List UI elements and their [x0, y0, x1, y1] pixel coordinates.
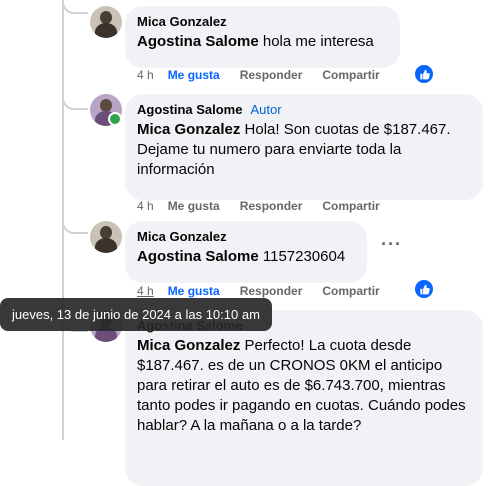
comment-bubble: Mica Gonzalez Agostina Salome hola me in…: [125, 6, 400, 68]
comment-author: Agostina Salome Autor: [137, 102, 471, 118]
comment-text: Mica Gonzalez Perfecto! La cuota desde $…: [137, 336, 471, 436]
author-name[interactable]: Agostina Salome: [137, 102, 242, 117]
share-button[interactable]: Compartir: [322, 199, 379, 213]
share-button[interactable]: Compartir: [322, 68, 379, 82]
comment-body: 1157230604: [258, 248, 346, 265]
comment-actions: 4 h Me gusta Responder Compartir: [137, 284, 400, 298]
reply-button[interactable]: Responder: [240, 199, 303, 213]
avatar[interactable]: [90, 6, 122, 38]
timestamp-tooltip: jueves, 13 de junio de 2024 a las 10:10 …: [0, 298, 272, 331]
comment-actions: 4 h Me gusta Responder Compartir: [137, 68, 400, 82]
thread-connector: [62, 220, 88, 234]
timestamp[interactable]: 4 h: [137, 284, 154, 298]
mention-link[interactable]: Mica Gonzalez: [137, 337, 240, 354]
comment-author[interactable]: Mica Gonzalez: [137, 14, 388, 30]
mention-link[interactable]: Agostina Salome: [137, 248, 259, 265]
reply-button[interactable]: Responder: [240, 68, 303, 82]
more-horizontal-icon[interactable]: ···: [381, 234, 402, 255]
comment-text: Agostina Salome 1157230604: [137, 247, 355, 267]
comment-bubble: Agostina Salome Mica Gonzalez Perfecto! …: [125, 310, 483, 486]
like-button[interactable]: Me gusta: [168, 284, 220, 298]
thumbs-up-icon[interactable]: [413, 63, 435, 85]
reply-button[interactable]: Responder: [240, 284, 303, 298]
timestamp[interactable]: 4 h: [137, 68, 154, 82]
timestamp[interactable]: 4 h: [137, 199, 154, 213]
comment-bubble: Agostina Salome Autor Mica Gonzalez Hola!…: [125, 94, 483, 200]
comment-body: hola me interesa: [258, 33, 374, 50]
thumbs-up-icon[interactable]: [413, 278, 435, 300]
thread-connector: [62, 0, 88, 14]
author-badge: Autor: [250, 102, 282, 117]
like-button[interactable]: Me gusta: [168, 199, 220, 213]
comment-text: Mica Gonzalez Hola! Son cuotas de $187.4…: [137, 120, 471, 180]
comment-text: Agostina Salome hola me interesa: [137, 32, 388, 52]
comment-actions: 4 h Me gusta Responder Compartir: [137, 199, 400, 213]
share-button[interactable]: Compartir: [322, 284, 379, 298]
thread-connector: [62, 96, 88, 110]
mention-link[interactable]: Agostina Salome: [137, 33, 259, 50]
comment-bubble: Mica Gonzalez Agostina Salome 1157230604: [125, 221, 367, 283]
comment-author[interactable]: Mica Gonzalez: [137, 229, 355, 245]
online-status-icon: [108, 112, 122, 126]
mention-link[interactable]: Mica Gonzalez: [137, 121, 240, 138]
like-button[interactable]: Me gusta: [168, 68, 220, 82]
avatar[interactable]: [90, 221, 122, 253]
